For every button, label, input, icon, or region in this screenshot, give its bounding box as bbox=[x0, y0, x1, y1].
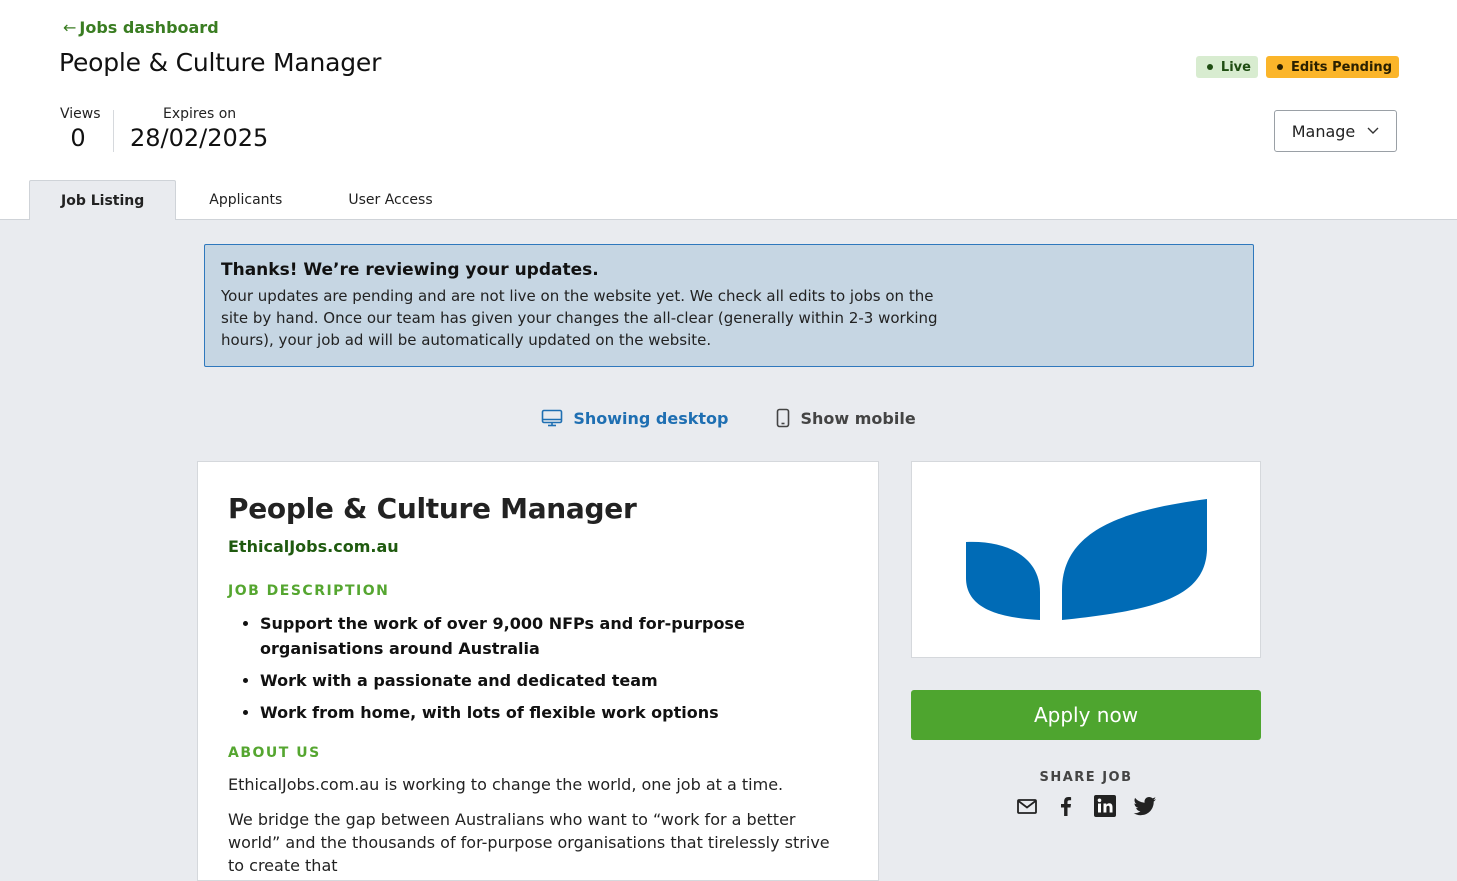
company-logo-card bbox=[911, 461, 1261, 658]
expires-value: 28/02/2025 bbox=[130, 124, 269, 152]
share-job-section: SHARE JOB bbox=[911, 770, 1261, 821]
stat-divider bbox=[113, 110, 114, 152]
apply-now-button[interactable]: Apply now bbox=[911, 690, 1261, 740]
views-label: Views bbox=[60, 106, 101, 122]
tab-user-access[interactable]: User Access bbox=[315, 180, 465, 220]
tab-job-listing[interactable]: Job Listing bbox=[29, 180, 177, 220]
share-job-label: SHARE JOB bbox=[1039, 770, 1133, 785]
manage-label: Manage bbox=[1291, 121, 1356, 141]
show-desktop-toggle[interactable]: Showing desktop bbox=[541, 408, 728, 428]
about-us-heading: ABOUT US bbox=[228, 745, 321, 761]
facebook-icon[interactable] bbox=[1055, 795, 1077, 821]
notice-title: Thanks! We’re reviewing your updates. bbox=[221, 260, 599, 280]
page-title: People & Culture Manager bbox=[59, 48, 382, 77]
notice-body: Your updates are pending and are not liv… bbox=[221, 287, 938, 349]
arrow-left-icon: ← bbox=[63, 18, 77, 37]
live-badge-label: Live bbox=[1220, 59, 1251, 75]
mobile-phone-icon bbox=[777, 408, 790, 428]
list-item: Work with a passionate and dedicated tea… bbox=[260, 668, 848, 693]
job-highlights-list: Support the work of over 9,000 NFPs and … bbox=[228, 611, 848, 725]
job-preview-card: People & Culture Manager EthicalJobs.com… bbox=[197, 461, 879, 881]
status-dot-icon bbox=[1206, 64, 1213, 70]
view-toggle: Showing desktop Show mobile bbox=[0, 408, 1457, 428]
show-mobile-label: Show mobile bbox=[800, 408, 916, 428]
expires-stat: Expires on 28/02/2025 bbox=[130, 106, 268, 152]
list-item: Support the work of over 9,000 NFPs and … bbox=[260, 611, 848, 661]
tab-applicants[interactable]: Applicants bbox=[176, 180, 315, 220]
views-value: 0 bbox=[70, 124, 86, 152]
show-mobile-toggle[interactable]: Show mobile bbox=[776, 408, 916, 428]
pending-badge-label: Edits Pending bbox=[1290, 59, 1392, 75]
status-badges: Live Edits Pending bbox=[1195, 56, 1399, 78]
job-description-heading: JOB DESCRIPTION bbox=[228, 583, 390, 599]
review-notice: Thanks! We’re reviewing your updates. Yo… bbox=[204, 244, 1254, 367]
company-logo bbox=[966, 499, 1207, 620]
back-to-dashboard-link[interactable]: ← Jobs dashboard bbox=[63, 18, 219, 37]
back-link-label: Jobs dashboard bbox=[79, 18, 219, 37]
show-desktop-label: Showing desktop bbox=[573, 408, 729, 428]
tab-bar: Job Listing Applicants User Access bbox=[29, 180, 466, 220]
expires-label: Expires on bbox=[163, 106, 237, 122]
desktop-icon bbox=[542, 409, 563, 427]
twitter-icon[interactable] bbox=[1133, 795, 1157, 821]
live-badge: Live bbox=[1195, 56, 1258, 78]
status-dot-icon bbox=[1276, 64, 1283, 70]
views-stat: Views 0 bbox=[60, 106, 101, 152]
manage-dropdown-button[interactable]: Manage bbox=[1274, 110, 1397, 152]
chevron-down-icon bbox=[1367, 127, 1379, 134]
about-paragraph: We bridge the gap between Australians wh… bbox=[228, 810, 830, 875]
job-title: People & Culture Manager bbox=[228, 492, 637, 525]
company-link[interactable]: EthicalJobs.com.au bbox=[228, 537, 399, 556]
email-icon[interactable] bbox=[1016, 795, 1038, 821]
page-header: ← Jobs dashboard People & Culture Manage… bbox=[0, 0, 1457, 220]
linkedin-icon[interactable] bbox=[1093, 795, 1116, 821]
list-item: Work from home, with lots of flexible wo… bbox=[260, 700, 848, 725]
about-paragraph: EthicalJobs.com.au is working to change … bbox=[228, 775, 784, 794]
share-icons bbox=[911, 795, 1261, 821]
edits-pending-badge: Edits Pending bbox=[1265, 56, 1399, 78]
